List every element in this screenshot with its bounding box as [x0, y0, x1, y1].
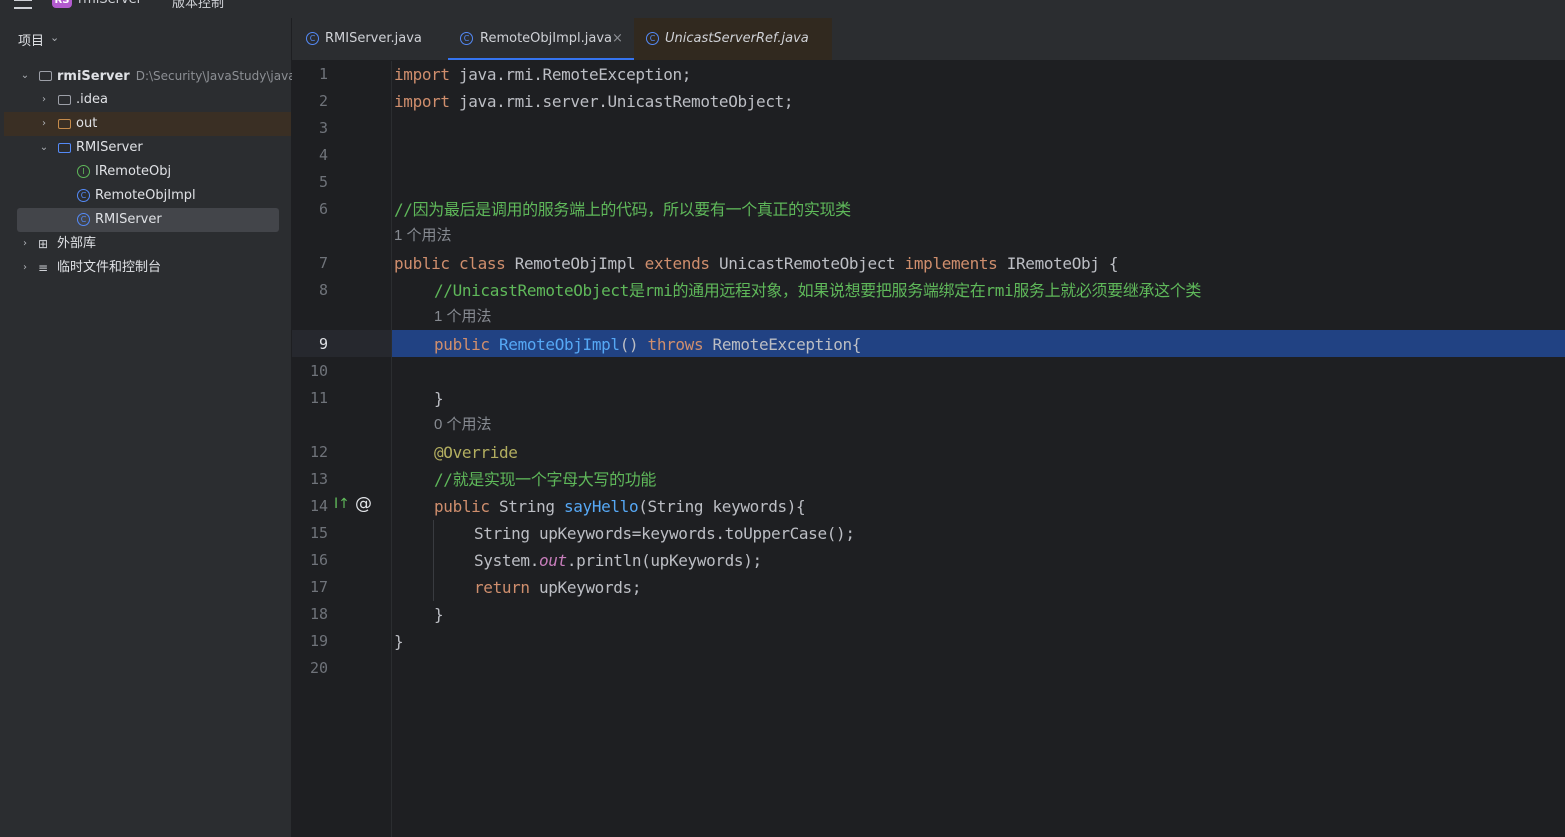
- line-number: 8: [318, 281, 328, 299]
- project-panel-title[interactable]: 项目: [18, 30, 44, 49]
- code-line-9: public RemoteObjImpl() throws RemoteExce…: [434, 335, 862, 354]
- line-number: 13: [309, 470, 328, 488]
- class-icon: C: [77, 189, 90, 202]
- line-number: 11: [309, 389, 328, 407]
- code-line-7: public class RemoteObjImpl extends Unica…: [394, 254, 1119, 273]
- code-line-13-comment: //就是实现一个字母大写的功能: [434, 470, 657, 489]
- class-icon: C: [646, 32, 659, 45]
- line-number: 16: [309, 551, 328, 569]
- tab-unicastserverref-java[interactable]: C UnicastServerRef.java: [634, 18, 832, 60]
- code-line-17: return upKeywords;: [474, 578, 642, 597]
- line-number: 12: [309, 443, 328, 461]
- line-number: 10: [309, 362, 328, 380]
- line-number: 2: [318, 92, 328, 110]
- gutter-separator: [391, 61, 392, 837]
- tab-label: RMIServer.java: [325, 31, 422, 46]
- code-line-14: public String sayHello(String keywords){: [434, 497, 806, 516]
- code-line-1: import java.rmi.RemoteException;: [394, 65, 692, 84]
- code-editor[interactable]: 1 2 3 4 5 6 7 8 9 10 11 12 13 14 15 16 1…: [292, 61, 1565, 837]
- line-number: 15: [309, 524, 328, 542]
- source-folder-icon: [58, 143, 71, 153]
- tree-item-label: rmiServer: [57, 69, 130, 84]
- module-folder-icon: [39, 71, 52, 81]
- line-number: 14: [309, 497, 328, 515]
- code-line-19: }: [394, 632, 404, 651]
- project-switcher[interactable]: rmiServer: [78, 0, 142, 7]
- close-icon[interactable]: ×: [612, 18, 623, 60]
- title-bar: RS rmiServer 版本控制: [0, 0, 1565, 19]
- folder-icon: [58, 95, 71, 105]
- line-number: 18: [309, 605, 328, 623]
- indent-guide: [433, 520, 434, 601]
- code-line-11: }: [434, 389, 444, 408]
- usage-hint[interactable]: 1 个用法: [394, 223, 452, 249]
- line-number: 19: [309, 632, 328, 650]
- editor-tab-bar: C RMIServer.java C RemoteObjImpl.java × …: [292, 18, 1565, 61]
- tab-rmiserver-java[interactable]: C RMIServer.java: [292, 18, 448, 60]
- tree-item-label: out: [76, 116, 98, 131]
- chevron-right-icon[interactable]: ›: [19, 232, 31, 256]
- code-line-15: String upKeywords=keywords.toUpperCase()…: [474, 524, 855, 543]
- tab-remoteobjimpl-java[interactable]: C RemoteObjImpl.java ×: [448, 18, 634, 60]
- tree-item-scratches[interactable]: › ≡ 临时文件和控制台: [4, 256, 291, 280]
- code-line-8-comment: //UnicastRemoteObject是rmi的通用远程对象，如果说想要把服…: [434, 281, 1202, 300]
- chevron-down-icon[interactable]: ⌄: [38, 136, 50, 160]
- library-icon: ⊞: [38, 237, 49, 251]
- line-number-current: 9: [318, 335, 328, 353]
- line-number: 1: [318, 65, 328, 83]
- chevron-down-icon[interactable]: ⌄: [50, 31, 59, 44]
- chevron-down-icon[interactable]: ⌄: [19, 64, 31, 88]
- code-line-2: import java.rmi.server.UnicastRemoteObje…: [394, 92, 794, 111]
- vcs-menu[interactable]: 版本控制: [172, 0, 224, 11]
- tree-item-label: 临时文件和控制台: [57, 260, 162, 275]
- tab-label: RemoteObjImpl.java: [480, 31, 612, 46]
- interface-icon: I: [77, 165, 90, 178]
- project-badge[interactable]: RS: [52, 0, 72, 8]
- scratches-icon: ≡: [38, 261, 49, 275]
- line-number: 17: [309, 578, 328, 596]
- tree-item-remoteobjimpl[interactable]: C RemoteObjImpl: [4, 184, 291, 208]
- tree-item-rmiserver-root[interactable]: ⌄ rmiServer D:\Security\JavaStudy\java: [4, 64, 296, 88]
- chevron-right-icon[interactable]: ›: [38, 112, 50, 136]
- chevron-right-icon[interactable]: ›: [19, 256, 31, 280]
- code-line-16: System.out.println(upKeywords);: [474, 551, 762, 570]
- excluded-folder-icon: [58, 119, 71, 129]
- line-number: 7: [318, 254, 328, 272]
- chevron-right-icon[interactable]: ›: [38, 88, 50, 112]
- class-icon: C: [306, 32, 319, 45]
- usage-hint[interactable]: 0 个用法: [434, 412, 492, 438]
- project-panel: 项目 ⌄ ⌄ rmiServer D:\Security\JavaStudy\ja…: [0, 18, 296, 837]
- tree-item-rmiserver-class[interactable]: C RMIServer: [17, 208, 279, 232]
- line-number: 5: [318, 173, 328, 191]
- tree-item-iremoteobj[interactable]: I IRemoteObj: [4, 160, 291, 184]
- tree-item-label: RMIServer: [95, 212, 162, 227]
- tree-item-label: RemoteObjImpl: [95, 188, 196, 203]
- tree-item-external-libraries[interactable]: › ⊞ 外部库: [4, 232, 291, 256]
- line-number: 4: [318, 146, 328, 164]
- tree-item-label: 外部库: [57, 236, 97, 251]
- tree-item-out[interactable]: › out: [4, 112, 291, 136]
- code-line-18: }: [434, 605, 444, 624]
- tab-label: UnicastServerRef.java: [665, 31, 809, 46]
- code-line-6-comment: //因为最后是调用的服务端上的代码，所以要有一个真正的实现类: [394, 200, 851, 219]
- module-path: D:\Security\JavaStudy\java: [135, 69, 296, 83]
- tree-item-label: RMIServer: [76, 140, 143, 155]
- tree-item-label: IRemoteObj: [95, 164, 172, 179]
- class-icon: C: [77, 213, 90, 226]
- tree-item-idea[interactable]: › .idea: [4, 88, 291, 112]
- tree-item-rmiserver-package[interactable]: ⌄ RMIServer: [4, 136, 291, 160]
- usage-hint[interactable]: 1 个用法: [434, 304, 492, 330]
- class-icon: C: [460, 32, 473, 45]
- line-number: 20: [309, 659, 328, 677]
- line-number: 3: [318, 119, 328, 137]
- annotation-at-icon[interactable]: @: [355, 496, 372, 513]
- tree-item-label: .idea: [76, 92, 108, 107]
- implements-method-icon[interactable]: I↑: [334, 496, 350, 512]
- main-menu-icon[interactable]: [14, 0, 32, 9]
- line-number: 6: [318, 200, 328, 218]
- code-line-12-annotation: @Override: [434, 443, 518, 462]
